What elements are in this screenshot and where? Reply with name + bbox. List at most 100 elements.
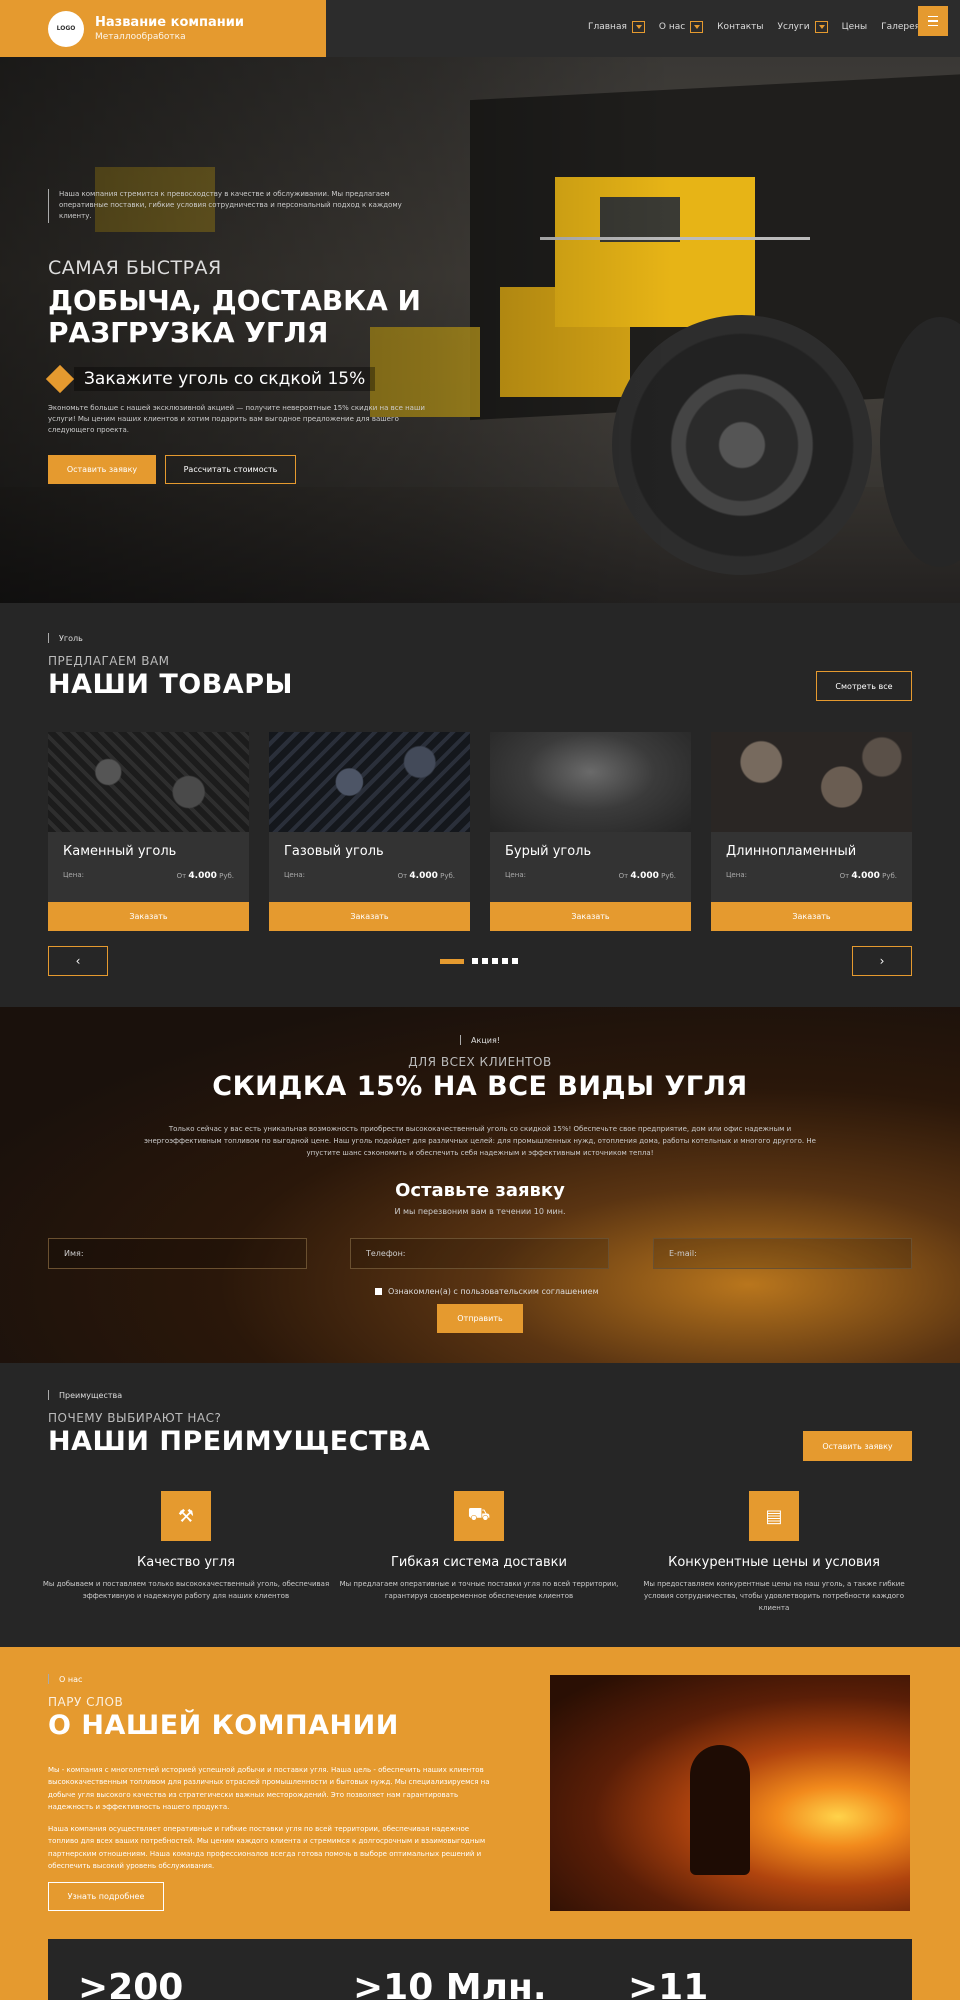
- section-title: СКИДКА 15% НА ВСЕ ВИДЫ УГЛЯ: [212, 1071, 748, 1102]
- advantage-title: Качество угля: [137, 1555, 235, 1570]
- advantage-title: Гибкая система доставки: [391, 1555, 567, 1570]
- slider-prev-button[interactable]: ‹: [48, 946, 108, 976]
- slider-dot[interactable]: [492, 958, 498, 964]
- hero-section: Наша компания стремится к превосходству …: [0, 57, 960, 603]
- diamond-icon: [45, 364, 75, 394]
- delivery-icon: ⛟: [454, 1491, 504, 1541]
- nav-item-prices[interactable]: Цены: [842, 22, 868, 32]
- nav-item-home[interactable]: Главная: [588, 21, 645, 33]
- agreement-label: Ознакомлен(а) с пользовательским соглаше…: [388, 1287, 599, 1296]
- learn-more-button[interactable]: Узнать подробнее: [48, 1882, 164, 1911]
- price-label: Цена:: [284, 871, 305, 879]
- product-card[interactable]: Каменный уголь Цена: От 4.000 Руб. Заказ…: [48, 732, 249, 932]
- advantage-title: Конкурентные цены и условия: [668, 1555, 880, 1570]
- nav-label: Галерея: [881, 22, 921, 32]
- product-image: [490, 732, 691, 832]
- slider-dot[interactable]: [502, 958, 508, 964]
- advantages-section: Преимущества ПОЧЕМУ ВЫБИРАЮТ НАС? НАШИ П…: [0, 1363, 960, 1647]
- hero-content: Наша компания стремится к превосходству …: [45, 189, 448, 484]
- about-section: О нас ПАРУ СЛОВ О НАШЕЙ КОМПАНИИ Мы - ко…: [0, 1647, 960, 2000]
- order-button[interactable]: Заказать: [490, 902, 691, 931]
- advantage-description: Мы предлагаем оперативные и точные поста…: [339, 1580, 619, 1600]
- chevron-down-icon[interactable]: [690, 21, 704, 33]
- advantage-item: ⛟ Гибкая система доставки Мы предлагаем …: [334, 1491, 624, 1603]
- chevron-down-icon[interactable]: [814, 21, 828, 33]
- promo-description: Только сейчас у вас есть уникальная возм…: [144, 1125, 816, 1157]
- section-subtitle: ПРЕДЛАГАЕМ ВАМ: [48, 654, 170, 668]
- section-tag: Акция!: [0, 1035, 960, 1045]
- about-paragraph: Наша компания осуществляет оперативные и…: [48, 1825, 486, 1870]
- product-card[interactable]: Газовый уголь Цена: От 4.000 Руб. Заказа…: [269, 732, 470, 932]
- product-image: [269, 732, 470, 832]
- product-name: Бурый уголь: [505, 844, 592, 859]
- nav-label: Главная: [588, 22, 627, 32]
- nav-label: Услуги: [777, 22, 810, 32]
- product-card[interactable]: Бурый уголь Цена: От 4.000 Руб. Заказать: [490, 732, 691, 932]
- nav-item-about[interactable]: О нас: [659, 21, 704, 33]
- worker-icon: ⚒: [161, 1491, 211, 1541]
- order-button[interactable]: Заказать: [269, 902, 470, 931]
- section-subtitle: ПАРУ СЛОВ: [48, 1695, 124, 1709]
- form-title: Оставьте заявку: [395, 1179, 565, 1201]
- nav-label: Цены: [841, 22, 868, 32]
- product-name: Каменный уголь: [63, 844, 177, 859]
- stat-item: >200: [78, 1967, 184, 2000]
- view-all-button[interactable]: Смотреть все: [816, 671, 912, 701]
- leave-request-button[interactable]: Оставить заявку: [48, 454, 156, 484]
- product-image: [711, 732, 912, 832]
- order-button[interactable]: Заказать: [48, 902, 249, 931]
- brand-block[interactable]: LOGO Название компании Металлообработка: [0, 0, 326, 57]
- leave-request-button[interactable]: Оставить заявку: [803, 1431, 912, 1461]
- product-card[interactable]: Длиннопламенный Цена: От 4.000 Руб. Зака…: [711, 732, 912, 932]
- slider-next-button[interactable]: ›: [852, 946, 912, 976]
- promo-section: Акция! ДЛЯ ВСЕХ КЛИЕНТОВ СКИДКА 15% НА В…: [0, 1007, 960, 1363]
- nav-item-contacts[interactable]: Контакты: [717, 22, 763, 32]
- mine-tunnel-image: [550, 1675, 910, 1911]
- section-subtitle: ДЛЯ ВСЕХ КЛИЕНТОВ: [408, 1055, 552, 1069]
- nav-item-services[interactable]: Услуги: [778, 21, 828, 33]
- price-label: Цена:: [505, 871, 526, 879]
- advantage-item: ▤ Конкурентные цены и условия Мы предост…: [629, 1491, 919, 1615]
- miner-silhouette-image: [690, 1745, 750, 1875]
- section-title: НАШИ ПРЕИМУЩЕСТВА: [48, 1426, 431, 1457]
- calculate-cost-button[interactable]: Рассчитать стоимость: [165, 454, 296, 484]
- company-name: Название компании: [95, 15, 244, 30]
- hero-title: ДОБЫЧА, ДОСТАВКА И РАЗГРУЗКА УГЛЯ: [48, 283, 448, 349]
- slider-dot-active[interactable]: [440, 958, 464, 964]
- price-value: От 4.000 Руб.: [839, 871, 897, 881]
- phone-field[interactable]: Телефон:: [350, 1238, 609, 1269]
- slider-dots: [440, 958, 518, 964]
- name-field[interactable]: Имя:: [48, 1238, 307, 1269]
- submit-button[interactable]: Отправить: [437, 1304, 523, 1333]
- agreement-checkbox[interactable]: [375, 1288, 382, 1295]
- product-image: [48, 732, 249, 832]
- product-price-row: Цена: От 4.000 Руб.: [726, 871, 897, 881]
- company-subtitle: Металлообработка: [95, 32, 186, 42]
- advantage-description: Мы добываем и поставляем только высокока…: [42, 1580, 330, 1600]
- menu-icon[interactable]: [918, 6, 948, 36]
- price-value: От 4.000 Руб.: [618, 871, 676, 881]
- stat-item: >11: [628, 1967, 709, 2000]
- logo[interactable]: LOGO: [48, 10, 84, 47]
- price-label: Цена:: [726, 871, 747, 879]
- about-paragraph: Мы - компания с многолетней историей усп…: [48, 1766, 490, 1811]
- about-text: Мы - компания с многолетней историей усп…: [48, 1764, 500, 1882]
- nav-item-gallery[interactable]: Галерея: [881, 22, 920, 32]
- hero-description: Экономьте больше с нашей эксклюзивной ак…: [48, 403, 425, 435]
- product-price-row: Цена: От 4.000 Руб.: [63, 871, 234, 881]
- hero-promo: Закажите уголь со скдкой 15%: [45, 364, 448, 394]
- section-subtitle: ПОЧЕМУ ВЫБИРАЮТ НАС?: [48, 1411, 222, 1425]
- order-button[interactable]: Заказать: [711, 902, 912, 931]
- product-price-row: Цена: От 4.000 Руб.: [284, 871, 455, 881]
- stats-bar: >200 >10 Млн. >11: [48, 1939, 912, 2000]
- email-field[interactable]: E-mail:: [653, 1238, 912, 1269]
- agreement-row[interactable]: Ознакомлен(а) с пользовательским соглаше…: [375, 1287, 599, 1296]
- site-header: LOGO Название компании Металлообработка …: [0, 0, 960, 57]
- slider-dot[interactable]: [482, 958, 488, 964]
- slider-dot[interactable]: [512, 958, 518, 964]
- chevron-down-icon[interactable]: [631, 21, 645, 33]
- product-price-row: Цена: От 4.000 Руб.: [505, 871, 676, 881]
- hero-title-line: ДОБЫЧА, ДОСТАВКА И: [48, 283, 421, 317]
- advantage-item: ⚒ Качество угля Мы добываем и поставляем…: [41, 1491, 331, 1603]
- slider-dot[interactable]: [472, 958, 478, 964]
